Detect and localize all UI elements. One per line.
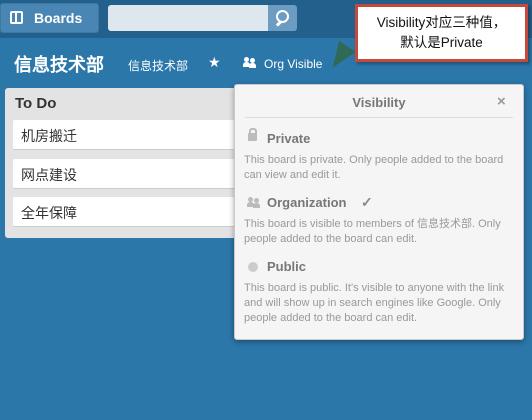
boards-icon [10,11,23,24]
option-title-organization: Organization [267,195,347,210]
board-org-link[interactable]: 信息技术部 [128,57,188,74]
callout-line-2: 默认是Private [400,35,483,50]
option-title-public: Public [267,259,307,274]
search-input[interactable] [108,5,268,31]
people-icon [243,57,257,68]
list-card[interactable]: 全年保障 [13,197,248,227]
people-icon [247,197,261,208]
callout-pointer [324,40,356,74]
popover-title: Visibility [352,95,406,110]
option-desc-organization: This board is visible to members of 信息技术… [244,218,501,245]
boards-label: Boards [34,10,83,26]
annotation-callout: Visibility对应三种值， 默认是Private [355,4,528,62]
visibility-toggle[interactable]: Org Visible [264,57,322,71]
lock-icon [248,128,257,141]
callout-line-1: Visibility对应三种值， [376,15,507,30]
boards-button[interactable]: Boards [0,3,99,33]
todo-list: To Do 机房搬迁 网点建设 全年保障 [5,88,255,238]
visibility-popover: Visibility × Private This board is priva… [234,84,524,340]
board-title[interactable]: 信息技术部 [14,51,104,77]
list-card[interactable]: 机房搬迁 [13,120,248,150]
option-desc-private: This board is private. Only people added… [244,154,504,181]
popover-divider [245,117,513,118]
search-button[interactable] [268,5,297,31]
check-icon: ✓ [361,194,373,210]
list-title: To Do [15,95,57,112]
list-card[interactable]: 网点建设 [13,159,248,189]
globe-icon [248,262,258,272]
option-title-private: Private [267,131,311,146]
option-desc-public: This board is public. It's visible to an… [244,282,505,324]
star-icon[interactable]: ★ [208,54,221,71]
close-icon[interactable]: × [497,93,506,110]
